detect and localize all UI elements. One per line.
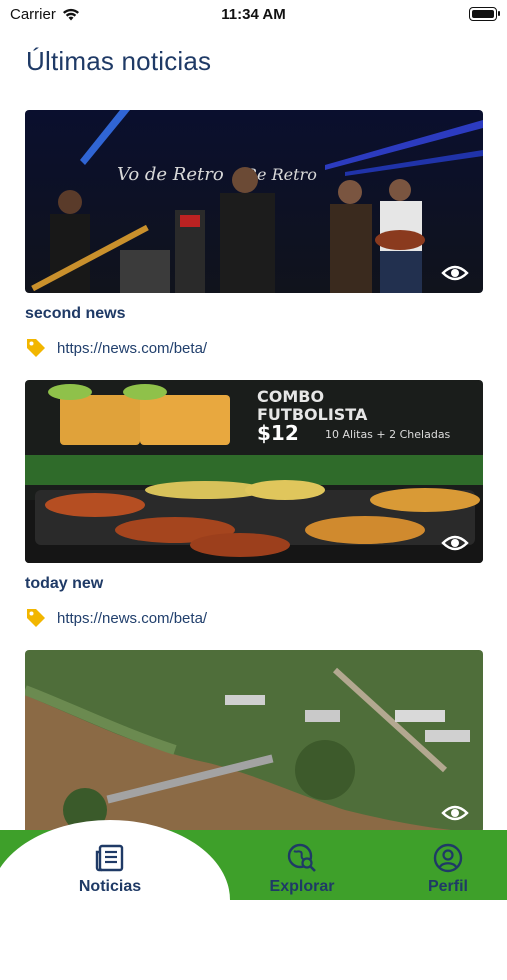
promo-price: $12 [257,421,299,445]
status-bar: Carrier 11:34 AM [0,0,507,30]
eye-icon[interactable] [441,263,469,283]
news-link[interactable]: https://news.com/beta/ [57,340,207,357]
news-link-row[interactable]: https://news.com/beta/ [25,607,483,629]
news-title[interactable]: second news [25,305,483,323]
tab-label: Explorar [269,878,335,895]
news-link-row[interactable]: https://news.com/beta/ [25,337,483,359]
status-time: 11:34 AM [221,6,286,23]
news-image-concert[interactable]: Vo de Retro Re Retro [25,110,483,293]
concert-image: Vo de Retro Re Retro [25,110,483,293]
tab-explorar[interactable]: Explorar [252,842,352,896]
battery-icon [469,7,500,21]
eye-icon[interactable] [441,533,469,553]
news-card[interactable]: Vo de Retro Re Retro second news https:/… [25,110,483,359]
tag-icon [27,339,45,357]
user-circle-icon [433,843,463,873]
newspaper-icon [95,844,124,872]
globe-search-icon [287,843,316,872]
news-link[interactable]: https://news.com/beta/ [57,610,207,627]
eye-icon[interactable] [441,803,469,823]
tab-label: Perfil [427,878,468,895]
news-image-promo[interactable]: COMBO FUTBOLISTA $12 10 Alitas + 2 Chela… [25,380,483,563]
promo-line3: 10 Alitas + 2 Cheladas [325,428,451,441]
svg-text:Vo de Retro: Vo de Retro [117,164,224,185]
tab-label: Noticias [78,878,142,895]
tab-noticias[interactable]: Noticias [60,842,160,896]
news-title[interactable]: today new [25,575,483,593]
tab-bar: Noticias Explorar Perfil [0,820,507,980]
promo-image: COMBO FUTBOLISTA $12 10 Alitas + 2 Chela… [25,380,483,563]
news-image-aerial[interactable] [25,650,483,833]
page-title: Últimas noticias [26,46,212,76]
aerial-image [25,650,483,833]
news-card[interactable] [25,650,483,833]
promo-line1: COMBO [257,387,324,406]
news-card[interactable]: COMBO FUTBOLISTA $12 10 Alitas + 2 Chela… [25,380,483,629]
tab-perfil[interactable]: Perfil [398,842,498,896]
tag-icon [27,609,45,627]
